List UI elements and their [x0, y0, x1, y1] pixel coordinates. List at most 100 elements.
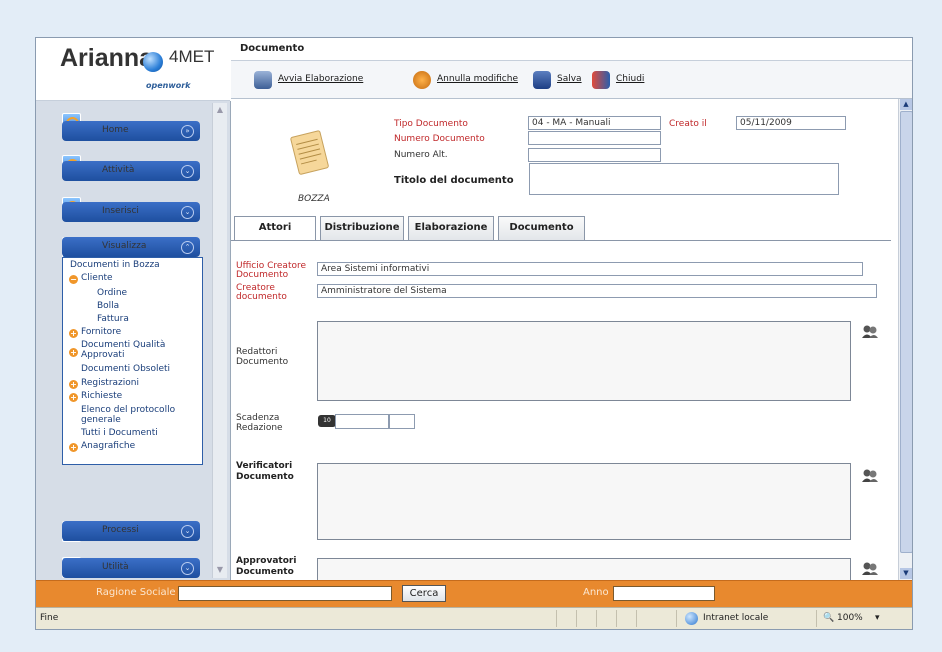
- security-zone-label: Intranet locale: [703, 613, 769, 623]
- menu-item-fattura[interactable]: Fattura: [97, 314, 129, 324]
- logo-text: Arianna: [60, 44, 154, 72]
- menu-item-elenco[interactable]: Elenco del protocollo: [81, 405, 175, 415]
- nav-visualizza-label: Visualizza: [102, 241, 147, 251]
- chevron-down-icon[interactable]: ▾: [875, 613, 880, 623]
- redattori-list[interactable]: [317, 321, 851, 401]
- status-cell: [576, 610, 596, 627]
- save-icon: [533, 71, 551, 89]
- status-cell: [556, 610, 576, 627]
- scadenza-label-line1: Scadenza: [236, 413, 280, 423]
- salva-button[interactable]: Salva: [533, 71, 588, 89]
- logo-tagline: openwork: [146, 81, 191, 90]
- plus-icon[interactable]: +: [69, 443, 78, 452]
- play-doc-icon: [254, 71, 272, 89]
- users-search-icon[interactable]: [861, 561, 879, 576]
- nav-inserisci-button[interactable]: Inserisci ⌄: [62, 202, 200, 222]
- menu-item-richieste[interactable]: Richieste: [81, 391, 122, 401]
- numero-documento-label: Numero Documento: [394, 134, 485, 144]
- calendar-icon[interactable]: 10: [318, 415, 336, 427]
- zoom-level[interactable]: 100%: [837, 613, 863, 623]
- ufficio-creatore-label: Ufficio Creatore Documento: [236, 262, 306, 280]
- zoom-control[interactable]: 🔍 100% ▾: [816, 610, 896, 627]
- menu-item-anagrafiche[interactable]: Anagrafiche: [81, 441, 135, 451]
- browser-status-bar: Fine Intranet locale 🔍 100% ▾: [36, 607, 912, 629]
- menu-item-tutti[interactable]: Tutti i Documenti: [81, 428, 158, 438]
- document-icon: [290, 130, 329, 175]
- chevron-down-icon[interactable]: ⌄: [181, 206, 194, 219]
- left-scrollbar[interactable]: ▲ ▼: [212, 103, 227, 578]
- zoom-icon[interactable]: 🔍: [823, 613, 834, 623]
- menu-item-fornitore[interactable]: Fornitore: [81, 327, 121, 337]
- content-scrollbar[interactable]: ▲ ▼: [898, 99, 912, 580]
- ragione-sociale-input[interactable]: [178, 586, 392, 601]
- plus-icon[interactable]: +: [69, 380, 78, 389]
- nav-utilita-button[interactable]: Utilità ⌄: [62, 558, 200, 578]
- nav-visualizza-button[interactable]: Visualizza ⌃: [62, 237, 200, 257]
- verificatori-list[interactable]: [317, 463, 851, 540]
- chiudi-button[interactable]: Chiudi: [592, 71, 652, 89]
- avvia-elaborazione-button[interactable]: Avvia Elaborazione: [254, 71, 374, 89]
- annulla-modifiche-button[interactable]: Annulla modifiche: [413, 71, 531, 89]
- menu-item-qualita-cont[interactable]: Approvati: [81, 350, 124, 360]
- tab-documento[interactable]: Documento: [498, 216, 585, 240]
- anno-label: Anno: [583, 587, 609, 598]
- scadenza-date-field[interactable]: [335, 414, 389, 429]
- exit-door-icon: [592, 71, 610, 89]
- nav-inserisci-label: Inserisci: [102, 206, 139, 216]
- redattori-label: Redattori Documento: [236, 347, 288, 367]
- creato-il-field[interactable]: 05/11/2009: [736, 116, 846, 130]
- scadenza-time-field[interactable]: [389, 414, 415, 429]
- chevron-down-icon[interactable]: ⌄: [181, 562, 194, 575]
- menu-item-bozza[interactable]: Documenti in Bozza: [70, 260, 160, 270]
- avvia-label: Avvia Elaborazione: [278, 74, 364, 84]
- menu-item-bolla[interactable]: Bolla: [97, 301, 119, 311]
- plus-icon[interactable]: +: [69, 329, 78, 338]
- nav-home-button[interactable]: Home »: [62, 121, 200, 141]
- anno-input[interactable]: [613, 586, 715, 601]
- chevron-up-icon[interactable]: ⌃: [181, 241, 194, 254]
- users-search-icon[interactable]: [861, 324, 879, 339]
- tab-distribuzione[interactable]: Distribuzione: [320, 216, 404, 240]
- users-search-icon[interactable]: [861, 468, 879, 483]
- plus-icon[interactable]: +: [69, 393, 78, 402]
- visualizza-submenu: Documenti in Bozza − Cliente Ordine Boll…: [62, 257, 203, 465]
- scroll-up-icon[interactable]: ▲: [215, 105, 225, 115]
- menu-item-registrazioni[interactable]: Registrazioni: [81, 378, 139, 388]
- creatore-documento-field[interactable]: Amministratore del Sistema: [317, 284, 877, 298]
- titolo-documento-label: Titolo del documento: [394, 175, 514, 186]
- logo-area: Arianna 4MET openwork: [36, 38, 230, 101]
- chevron-down-icon[interactable]: ⌄: [181, 165, 194, 178]
- status-cell: [616, 610, 636, 627]
- menu-item-qualita[interactable]: Documenti Qualità: [81, 340, 165, 350]
- nav-attivita-button[interactable]: Attività ⌄: [62, 161, 200, 181]
- numero-alt-field[interactable]: [528, 148, 661, 162]
- tipo-documento-field[interactable]: 04 - MA - Manuali: [528, 116, 661, 130]
- numero-documento-field[interactable]: [528, 131, 661, 145]
- tab-attori[interactable]: Attori: [234, 216, 316, 241]
- chevron-right-icon[interactable]: »: [181, 125, 194, 138]
- nav-processi-button[interactable]: Processi ⌄: [62, 521, 200, 541]
- menu-item-elenco-cont[interactable]: generale: [81, 415, 121, 425]
- chevron-down-icon[interactable]: ⌄: [181, 525, 194, 538]
- minus-icon[interactable]: −: [69, 275, 78, 284]
- tab-elaborazione[interactable]: Elaborazione: [408, 216, 494, 240]
- approvatori-list[interactable]: [317, 558, 851, 580]
- scadenza-label: Scadenza Redazione: [236, 413, 283, 433]
- titolo-documento-field[interactable]: [529, 163, 839, 195]
- approvatori-label: Approvatori Documento: [236, 556, 296, 578]
- scroll-up-icon[interactable]: ▲: [900, 99, 912, 110]
- menu-item-obsoleti[interactable]: Documenti Obsoleti: [81, 364, 170, 374]
- nav-attivita-label: Attività: [102, 165, 135, 175]
- scroll-down-icon[interactable]: ▼: [215, 565, 225, 575]
- scroll-thumb[interactable]: [900, 111, 912, 553]
- nav-utilita-label: Utilità: [102, 562, 129, 572]
- approvatori-label-line2: Documento: [236, 567, 294, 577]
- status-text: Fine: [40, 613, 59, 623]
- menu-item-cliente[interactable]: Cliente: [81, 273, 113, 283]
- cerca-button[interactable]: Cerca: [402, 585, 446, 602]
- menu-item-ordine[interactable]: Ordine: [97, 288, 127, 298]
- plus-icon[interactable]: +: [69, 348, 78, 357]
- scroll-down-icon[interactable]: ▼: [900, 568, 912, 579]
- ufficio-creatore-field[interactable]: Area Sistemi informativi: [317, 262, 863, 276]
- verificatori-label: Verificatori Documento: [236, 461, 294, 483]
